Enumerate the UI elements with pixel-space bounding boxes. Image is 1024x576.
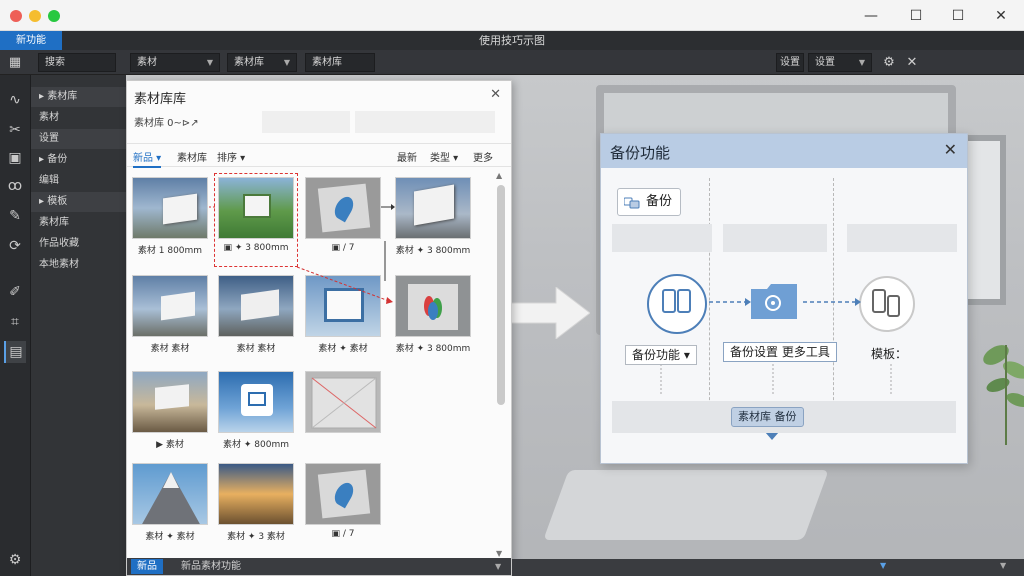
scrollbar[interactable]: ▲ ▼: [496, 171, 505, 558]
left-icon-rail: ∿ ✂ ▣ ꝏ ✎ ⟳ ✐ ⌗ ▤ ⚙: [0, 75, 31, 576]
backup-function-dropdown[interactable]: 备份功能 ▾: [625, 345, 697, 365]
sidebar-item[interactable]: 素材库: [31, 213, 126, 233]
filter-sort[interactable]: 排序 ▾: [217, 149, 245, 164]
chevron-down-icon[interactable]: ▼: [1000, 561, 1006, 570]
close-icon[interactable]: ✕: [490, 87, 501, 102]
app-title: 使用技巧示图: [479, 34, 545, 47]
background-plant: [983, 345, 1024, 445]
template-label: 模板：: [871, 347, 908, 361]
close-icon[interactable]: ✕: [903, 54, 921, 72]
filter-field-placeholder[interactable]: [355, 111, 495, 133]
status-bar: 新品 新品素材功能 ▼: [127, 558, 511, 575]
menu-bar: 新功能 使用技巧示图: [0, 31, 1024, 50]
sidebar-item[interactable]: 素材: [31, 108, 126, 128]
sync-icon[interactable]: ⟳: [4, 235, 26, 257]
search-field-placeholder[interactable]: [262, 111, 350, 133]
grid-menu-icon[interactable]: ▦: [6, 54, 24, 72]
pulse-icon[interactable]: ∿: [4, 89, 26, 111]
chevron-down-icon: ▼: [858, 58, 865, 67]
filter-select-value: 素材: [137, 57, 157, 68]
backup-settings-button[interactable]: 备份设置 更多工具: [723, 342, 837, 362]
scroll-thumb[interactable]: [497, 185, 505, 405]
scroll-up-icon[interactable]: ▲: [496, 171, 502, 180]
settings-select[interactable]: 设置 ▼: [808, 53, 872, 72]
text-icon[interactable]: ꝏ: [4, 175, 26, 197]
search-input[interactable]: 搜索: [38, 53, 116, 72]
sidebar-item[interactable]: 编辑: [31, 171, 126, 191]
status-badge[interactable]: 素材库 备份: [731, 407, 804, 427]
asset-library-dialog: 素材库库 ✕ 素材库 0~⊳↗ 新品 ▾ 素材库 排序 ▾ 最新 类型 ▾ 更多…: [126, 80, 512, 576]
effects-label: 素材库: [312, 57, 342, 68]
background-keyboard: [543, 470, 829, 540]
close-button[interactable]: ✕: [990, 6, 1012, 26]
filter-recent[interactable]: 最新: [397, 149, 417, 164]
status-text: 新品素材功能: [181, 561, 241, 572]
sidebar-item[interactable]: 本地素材: [31, 255, 126, 275]
scroll-down-icon[interactable]: ▼: [496, 549, 502, 558]
chevron-down-icon: ▼: [283, 58, 290, 67]
settings-select-value: 设置: [815, 57, 835, 68]
edit-icon[interactable]: ✎: [4, 205, 26, 227]
zoom-traffic-light[interactable]: [48, 10, 60, 22]
apps-icon[interactable]: ▣: [4, 147, 26, 169]
restore-button[interactable]: ☐: [905, 6, 927, 26]
sidebar-item[interactable]: 作品收藏: [31, 234, 126, 254]
thumbnail-connectors: [209, 204, 395, 304]
dialog-title: 素材库库: [134, 92, 187, 107]
material-library-label: 素材库: [234, 57, 264, 68]
sidebar-item[interactable]: ▸ 素材库: [31, 87, 126, 107]
backup-feature-card: 备份功能 ✕ 备份 备份功能 ▾ 备份设置 更多工具 模板： 素材库 备份: [600, 133, 968, 464]
toolbar: ▦ 搜索 素材 ▼ 素材库 ▼ 素材库 设置 设置 ▼ ⚙ ✕: [0, 50, 1024, 75]
filter-new[interactable]: 新品 ▾: [133, 149, 162, 168]
sidebar-item[interactable]: ▸ 备份: [31, 150, 126, 170]
maximize-button[interactable]: ☐: [947, 6, 969, 26]
filter-type[interactable]: 类型 ▾: [430, 149, 458, 164]
menu-tab-new-features[interactable]: 新功能: [0, 31, 62, 50]
sidebar-item[interactable]: 设置: [31, 129, 126, 149]
asset-grid: 素材 1 800mm ▣ ✦ 3 800mm ▣ / 7 素材 ✦ 3 800m…: [127, 171, 497, 559]
sidebar-item[interactable]: ▸ 模板: [31, 192, 126, 212]
filter-favorites[interactable]: 素材库: [177, 149, 207, 164]
chevron-down-icon[interactable]: ▼: [880, 561, 886, 570]
crop-icon[interactable]: ⌗: [4, 311, 26, 333]
chevron-down-icon[interactable]: ▼: [495, 558, 501, 575]
minimize-button[interactable]: —: [860, 6, 882, 26]
scissors-icon[interactable]: ✂: [4, 119, 26, 141]
status-tab[interactable]: 新品: [131, 559, 163, 574]
filter-bar: 新品 ▾ 素材库 排序 ▾ 最新 类型 ▾ 更多: [127, 143, 511, 168]
library-icon[interactable]: ▤: [4, 341, 26, 363]
search-input-label: 搜索: [45, 57, 65, 68]
workspace-status-strip: ▼ ▼: [512, 559, 1024, 576]
library-subtitle: 素材库 0~⊳↗: [134, 118, 199, 129]
material-library-select[interactable]: 素材库 ▼: [227, 53, 297, 72]
settings-label-box: 设置: [776, 53, 804, 72]
settings-gear-icon[interactable]: ⚙: [4, 549, 26, 571]
settings-label: 设置: [780, 57, 800, 68]
side-panel: ▸ 素材库 素材 设置 ▸ 备份 编辑 ▸ 模板 素材库 作品收藏 本地素材: [31, 75, 126, 576]
close-traffic-light[interactable]: [10, 10, 22, 22]
gear-icon[interactable]: ⚙: [880, 54, 898, 72]
filter-select[interactable]: 素材 ▼: [130, 53, 220, 72]
minimize-traffic-light[interactable]: [29, 10, 41, 22]
chevron-down-icon: ▼: [206, 58, 213, 67]
filter-more[interactable]: 更多: [473, 149, 493, 164]
title-bar: — ☐ ☐ ✕: [0, 0, 1024, 31]
effects-select[interactable]: 素材库: [305, 53, 375, 72]
brush-icon[interactable]: ✐: [4, 281, 26, 303]
